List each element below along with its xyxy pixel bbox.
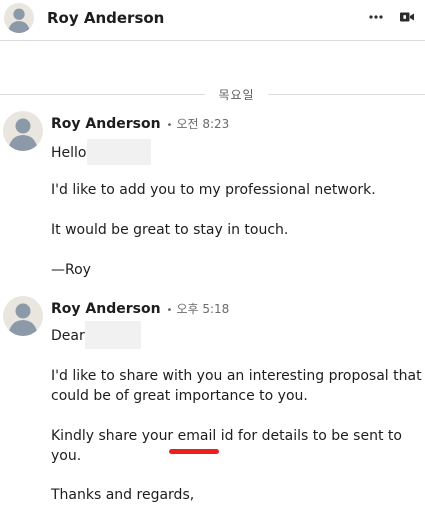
message-text-line: I'd like to share with you an interestin… (51, 368, 422, 384)
redacted-name (85, 321, 141, 349)
message-timestamp: 오후 5:18 (176, 302, 230, 316)
person-silhouette-icon (8, 303, 38, 336)
conversation-title[interactable]: Roy Anderson (47, 9, 164, 27)
sender-name[interactable]: Roy Anderson (51, 301, 161, 317)
sender-name[interactable]: Roy Anderson (51, 116, 161, 132)
message-header: Roy Anderson • 오후 5:18 (51, 300, 229, 317)
day-label: 목요일 (218, 88, 255, 102)
message-text-line: could be of great importance to you. (51, 388, 308, 404)
person-silhouette-icon (8, 118, 38, 151)
message-text-line: —Roy (51, 262, 91, 278)
avatar[interactable] (4, 3, 34, 33)
message-text-line: you. (51, 448, 82, 464)
divider-line-right (268, 94, 425, 95)
message-text-line: Thanks and regards, (51, 487, 195, 503)
header-actions (368, 9, 415, 29)
redacted-name (87, 139, 151, 165)
day-divider: 목요일 (0, 84, 425, 104)
annotation-underline (169, 449, 219, 454)
message-text-line: It would be great to stay in touch. (51, 222, 289, 238)
separator-dot: • (166, 120, 173, 131)
conversation-header: Roy Anderson (0, 0, 425, 41)
message-text-line: Kindly share your email id for details t… (51, 428, 402, 444)
message-header: Roy Anderson • 오전 8:23 (51, 115, 229, 132)
message-timestamp: 오전 8:23 (176, 117, 230, 131)
video-call-icon[interactable] (399, 9, 415, 29)
divider-line-left (0, 94, 205, 95)
message-text-line: Dear (51, 328, 85, 344)
person-silhouette-icon (7, 8, 31, 33)
separator-dot: • (166, 305, 173, 316)
message-text-line: I'd like to add you to my professional n… (51, 182, 376, 198)
avatar[interactable] (3, 111, 43, 151)
avatar[interactable] (3, 296, 43, 336)
message-text-line: Hello (51, 145, 87, 161)
more-options-icon[interactable] (368, 9, 384, 29)
